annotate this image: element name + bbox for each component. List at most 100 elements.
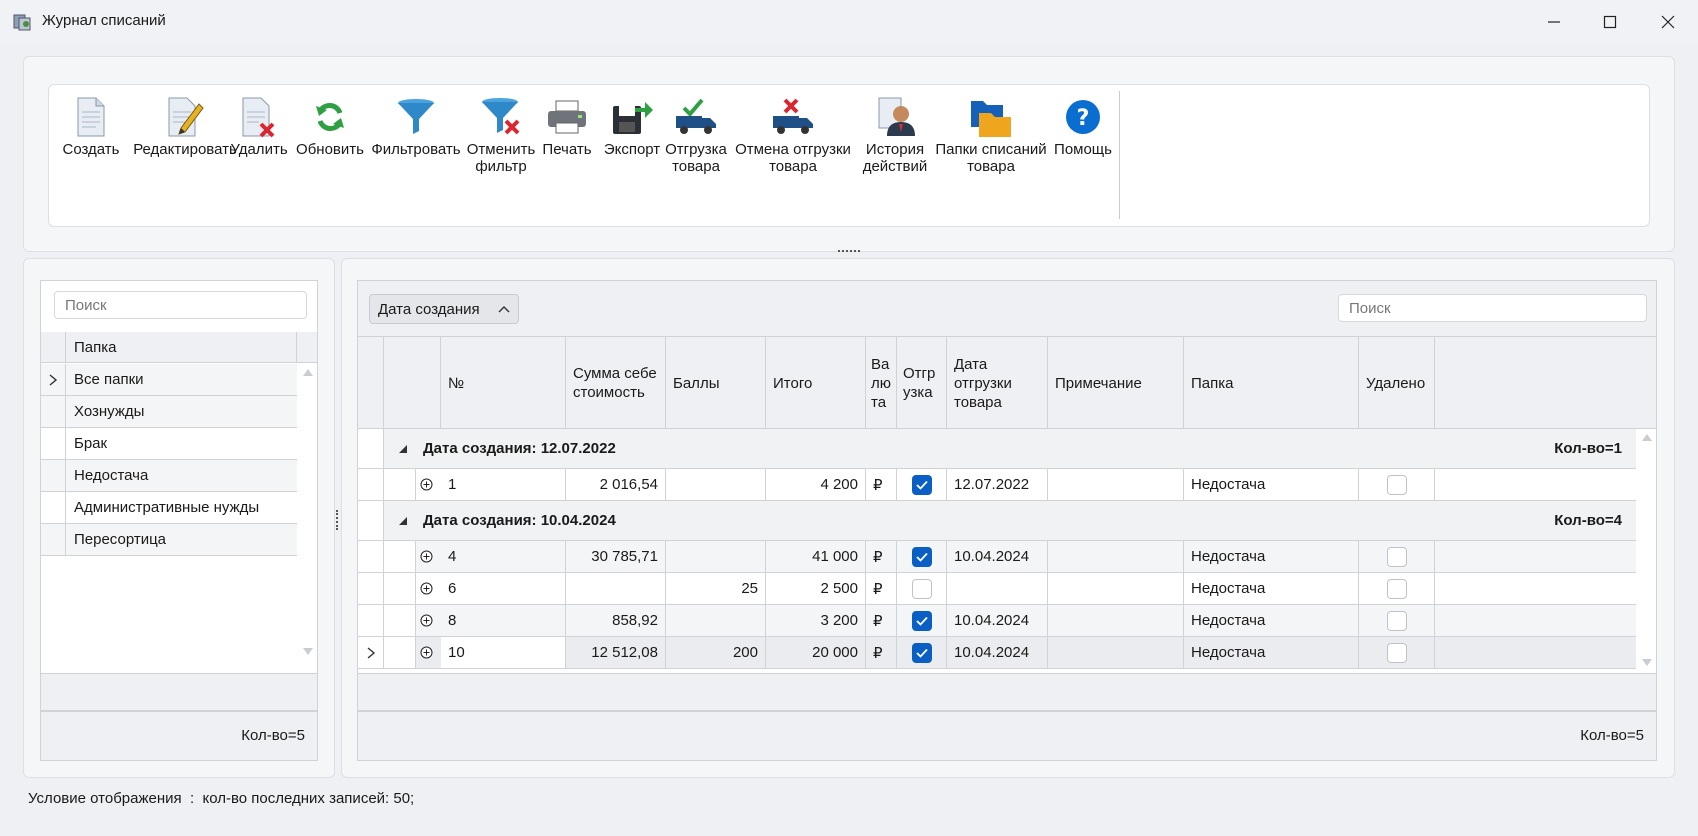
minimize-button[interactable] xyxy=(1526,0,1582,44)
refresh-button[interactable]: Обновить xyxy=(293,95,367,158)
help-button[interactable]: ? Помощь xyxy=(1049,95,1117,158)
expand-row-icon[interactable] xyxy=(416,605,441,636)
column-header-note[interactable]: Примечание xyxy=(1048,337,1184,429)
folder-grid-footer xyxy=(40,673,318,711)
column-header-folder[interactable]: Папка xyxy=(1184,337,1359,429)
shipment-checkbox[interactable] xyxy=(911,610,932,631)
row-indicator xyxy=(358,605,384,636)
history-button[interactable]: История действий xyxy=(857,95,933,175)
folder-name: Административные нужды xyxy=(74,499,260,516)
journal-grid-footer xyxy=(357,673,1657,711)
export-button[interactable]: Экспорт xyxy=(599,95,665,158)
folder-scrollbar[interactable] xyxy=(298,364,317,664)
history-label-2: действий xyxy=(862,158,928,175)
group-row[interactable]: Дата создания: 12.07.2022 Кол-во=1 xyxy=(358,429,1636,469)
column-header-folder[interactable]: Папка xyxy=(74,332,116,363)
folder-grid: Папка Все папки Хознужды Брак Недостача … xyxy=(40,280,318,674)
column-header-currency[interactable]: Валюта xyxy=(866,337,897,429)
journal-search-input[interactable] xyxy=(1338,294,1647,322)
shipment-checkbox[interactable] xyxy=(911,642,932,663)
plus-circle-icon xyxy=(420,646,433,659)
journal-scrollbar[interactable] xyxy=(1637,429,1656,673)
cell-folder: Недостача xyxy=(1184,469,1359,500)
list-item[interactable]: Недостача xyxy=(41,460,297,492)
horizontal-splitter[interactable] xyxy=(838,250,860,254)
cell-points: 25 xyxy=(666,573,766,604)
cell-cost xyxy=(566,573,666,604)
checkmark-icon xyxy=(915,552,928,562)
shipment-label-2: товара xyxy=(672,158,720,175)
cell-deleted xyxy=(1359,573,1435,604)
column-header-total[interactable]: Итого xyxy=(766,337,866,429)
table-row[interactable]: 6 25 2 500 ₽ Недостача xyxy=(358,573,1636,605)
column-header-points[interactable]: Баллы xyxy=(666,337,766,429)
column-header-ship-date[interactable]: Дата отгрузки товара xyxy=(947,337,1048,429)
filter-icon xyxy=(398,99,434,134)
list-item[interactable]: Административные нужды xyxy=(41,492,297,524)
deleted-checkbox[interactable] xyxy=(1386,642,1407,663)
cell-note xyxy=(1048,469,1184,500)
cell-total: 2 500 xyxy=(766,573,866,604)
deleted-checkbox[interactable] xyxy=(1386,474,1407,495)
cancel-shipment-button[interactable]: Отмена отгрузки товара xyxy=(733,95,853,175)
close-button[interactable] xyxy=(1640,0,1696,44)
list-item[interactable]: Пересортица xyxy=(41,524,297,556)
shipment-checkbox[interactable] xyxy=(911,474,932,495)
filter-button[interactable]: Фильтровать xyxy=(367,95,465,158)
cell-points: 200 xyxy=(666,637,766,668)
cancel-filter-button[interactable]: Отменить фильтр xyxy=(465,95,537,175)
column-header-shipment[interactable]: Отгрузка xyxy=(897,337,947,429)
shipment-button[interactable]: Отгрузка товара xyxy=(663,95,729,175)
collapse-triangle-icon[interactable] xyxy=(398,516,408,526)
vertical-splitter[interactable] xyxy=(336,510,340,530)
create-button[interactable]: Создать xyxy=(57,95,125,158)
table-row[interactable]: 10 12 512,08 200 20 000 ₽ 10.04.2024 Нед… xyxy=(358,637,1636,669)
group-by-date-chip[interactable]: Дата создания xyxy=(369,294,519,324)
document-edit-icon xyxy=(168,97,204,137)
folder-grid-header: Папка xyxy=(41,332,317,363)
folder-count: Кол-во=5 xyxy=(241,727,305,744)
deleted-checkbox[interactable] xyxy=(1386,546,1407,567)
maximize-button[interactable] xyxy=(1582,0,1638,44)
expand-row-icon[interactable] xyxy=(416,637,441,668)
cell-folder: Недостача xyxy=(1184,573,1359,604)
list-item[interactable]: Брак xyxy=(41,428,297,460)
folder-search-input[interactable] xyxy=(54,291,307,319)
table-row[interactable]: 1 2 016,54 4 200 ₽ 12.07.2022 Недостача xyxy=(358,469,1636,501)
cancel-shipment-label-2: товара xyxy=(769,158,817,175)
collapse-triangle-icon[interactable] xyxy=(398,444,408,454)
group-row[interactable]: Дата создания: 10.04.2024 Кол-во=4 xyxy=(358,501,1636,541)
group-indent xyxy=(384,541,416,572)
column-header-num[interactable]: № xyxy=(441,337,566,429)
delete-button[interactable]: Удалить xyxy=(227,95,291,158)
cell-total: 4 200 xyxy=(766,469,866,500)
row-indicator xyxy=(358,541,384,572)
grid-toolbar: Дата создания xyxy=(357,280,1657,337)
folder-count-bar: Кол-во=5 xyxy=(40,711,318,761)
deleted-checkbox[interactable] xyxy=(1386,578,1407,599)
chevron-right-icon xyxy=(367,646,375,659)
group-indent xyxy=(384,469,416,500)
expand-row-icon[interactable] xyxy=(416,469,441,500)
print-button[interactable]: Печать xyxy=(539,95,595,158)
document-new-icon xyxy=(77,97,105,137)
table-row[interactable]: 8 858,92 3 200 ₽ 10.04.2024 Недостача xyxy=(358,605,1636,637)
header-spacer xyxy=(296,332,317,363)
expand-row-icon[interactable] xyxy=(416,573,441,604)
list-item[interactable]: Хознужды xyxy=(41,396,297,428)
ribbon-separator xyxy=(1119,91,1120,219)
list-item[interactable]: Все папки xyxy=(41,364,297,396)
cell-deleted xyxy=(1359,605,1435,636)
folders-button[interactable]: Папки списаний товара xyxy=(931,95,1051,175)
folders-icon xyxy=(971,101,1011,137)
shipment-checkbox[interactable] xyxy=(911,546,932,567)
table-row[interactable]: 4 30 785,71 41 000 ₽ 10.04.2024 Недостач… xyxy=(358,541,1636,573)
deleted-checkbox[interactable] xyxy=(1386,610,1407,631)
column-header-cost[interactable]: Сумма себестоимость xyxy=(566,337,666,429)
shipment-checkbox[interactable] xyxy=(911,578,932,599)
column-header-deleted[interactable]: Удалено xyxy=(1359,337,1435,429)
cell-total: 20 000 xyxy=(766,637,866,668)
expand-row-icon[interactable] xyxy=(416,541,441,572)
cell-deleted xyxy=(1359,637,1435,668)
folders-label-1: Папки списаний xyxy=(935,141,1047,158)
